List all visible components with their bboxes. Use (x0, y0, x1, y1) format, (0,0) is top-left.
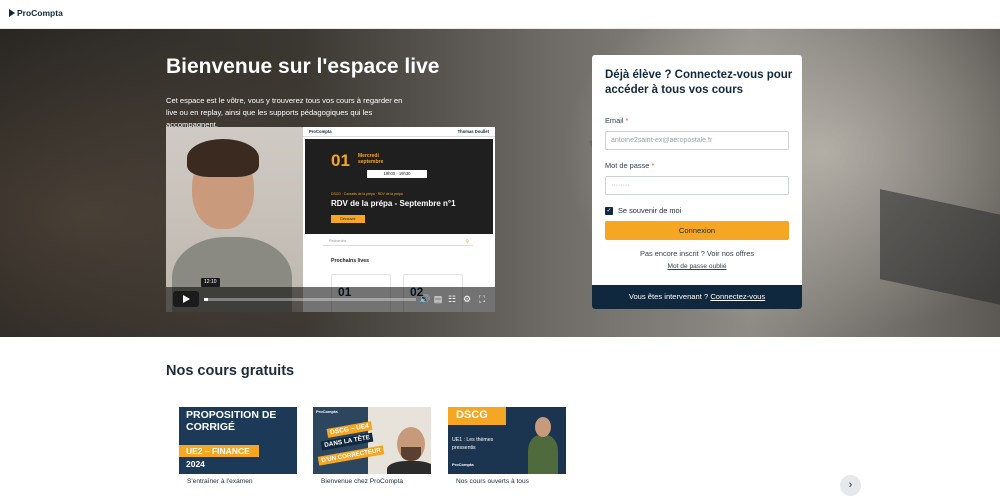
slide-next-lives-title: Prochains lives (331, 258, 370, 264)
video-progress-fill (204, 298, 209, 301)
settings-icon[interactable]: ⚙ (462, 293, 472, 305)
slide-search: Recherche ⚲ (323, 237, 473, 246)
course-card[interactable]: ProCompta DSCG – UE4 DANS LA TÊTE D'UN C… (313, 407, 431, 486)
thumb-person-face (535, 417, 551, 437)
signup-offers-link[interactable]: Pas encore inscrit ? Voir nos offres (592, 249, 802, 258)
course-card[interactable]: DSCG UE1 : Les thèmes pressentis ProComp… (448, 407, 566, 486)
hero-title: Bienvenue sur l'espace live (166, 55, 440, 78)
slide-presenter: Thomas Doullet (457, 129, 489, 134)
slide-search-placeholder: Recherche (329, 239, 347, 243)
course-thumbnail: DSCG UE1 : Les thèmes pressentis ProComp… (448, 407, 566, 474)
email-label-text: Email (605, 116, 624, 125)
video-presenter (166, 127, 303, 312)
slide-header: ProCompta Thomas Doullet (303, 127, 495, 137)
thumb-person-body (528, 435, 558, 474)
volume-icon[interactable]: 🔊 (419, 293, 430, 305)
login-button[interactable]: Connexion (605, 221, 789, 240)
required-mark: * (651, 161, 655, 170)
thumb-subtitle: UE1 : Les thèmes pressentis (452, 437, 494, 451)
thumb-title: PROPOSITION DE CORRIGÉ (186, 409, 277, 433)
logo-text: ProCompta (17, 8, 63, 18)
thumb-brand: ProCompta (452, 462, 474, 467)
logo-arrow-icon (9, 9, 15, 17)
procompta-logo[interactable]: ProCompta (9, 8, 63, 18)
login-card: Déjà élève ? Connectez-vous pour accéder… (592, 55, 802, 309)
free-courses-title: Nos cours gratuits (166, 363, 295, 379)
slide-brand: ProCompta (309, 129, 332, 134)
thumb-title: DSCG (456, 409, 488, 421)
thumb-person-body (387, 461, 431, 474)
login-title: Déjà élève ? Connectez-vous pour accéder… (605, 69, 793, 96)
speaker-login-bar: Vous êtes intervenant ? Connectez-vous (592, 285, 802, 309)
course-thumbnail: ProCompta DSCG – UE4 DANS LA TÊTE D'UN C… (313, 407, 431, 474)
video-slide: ProCompta Thomas Doullet 01 Mercredi sep… (303, 127, 495, 312)
slide-tags: DSCG · Conseils de la prépa · RDV de la … (331, 192, 403, 196)
slide-month: Mercredi septembre (358, 153, 384, 165)
thumb-brand: ProCompta (316, 409, 338, 414)
course-thumbnail: PROPOSITION DE CORRIGÉ UE2 – FINANCE 202… (179, 407, 297, 474)
video-player[interactable]: ProCompta Thomas Doullet 01 Mercredi sep… (166, 127, 495, 312)
remember-me[interactable]: ✓ Se souvenir de moi (605, 206, 681, 215)
hero-description: Cet espace est le vôtre, vous y trouvere… (166, 96, 403, 129)
thumb-band-text: UE2 – FINANCE (186, 446, 250, 456)
course-caption: S'entraîner à l'examen (187, 478, 253, 485)
slide-time: 19h00 - 19h30 (367, 170, 427, 178)
video-progress-bar[interactable] (204, 298, 416, 301)
slide-event-banner: 01 Mercredi septembre 19h00 - 19h30 DSCG… (305, 139, 493, 234)
chapters-icon[interactable]: ☷ (447, 293, 457, 305)
remember-checkbox[interactable]: ✓ (605, 206, 613, 215)
hero-section (0, 29, 1000, 337)
play-icon[interactable] (173, 291, 199, 307)
video-controls: 12:10 🔊 ▤ ☷ ⚙ ⛶ (166, 278, 495, 312)
fullscreen-icon[interactable]: ⛶ (477, 293, 487, 305)
search-icon: ⚲ (465, 239, 469, 245)
required-mark: * (625, 116, 629, 125)
slide-discover-button: Découvrir (331, 215, 365, 223)
password-field[interactable] (605, 176, 789, 195)
remember-label: Se souvenir de moi (618, 206, 682, 215)
presenter-hair (187, 139, 259, 177)
password-label-text: Mot de passe (605, 161, 650, 170)
thumb-year: 2024 (186, 459, 205, 469)
course-card[interactable]: PROPOSITION DE CORRIGÉ UE2 – FINANCE 202… (179, 407, 297, 486)
thumb-person-beard (401, 447, 421, 461)
email-field[interactable] (605, 131, 789, 150)
video-time-tooltip: 12:10 (201, 278, 220, 287)
speaker-login-text: Vous êtes intervenant ? (628, 292, 709, 301)
top-bar: ProCompta (0, 0, 1000, 29)
speaker-login-link[interactable]: Connectez-vous (710, 292, 765, 301)
course-caption: Bienvenue chez ProCompta (321, 478, 404, 485)
slide-heading: RDV de la prépa - Septembre n°1 (331, 199, 456, 208)
forgot-password-link[interactable]: Mot de passe oublié (592, 263, 802, 270)
captions-icon[interactable]: ▤ (433, 293, 443, 305)
password-label: Mot de passe * (605, 161, 654, 170)
course-caption: Nos cours ouverts à tous (456, 478, 529, 485)
email-label: Email * (605, 116, 628, 125)
slide-day: 01 (331, 151, 350, 170)
